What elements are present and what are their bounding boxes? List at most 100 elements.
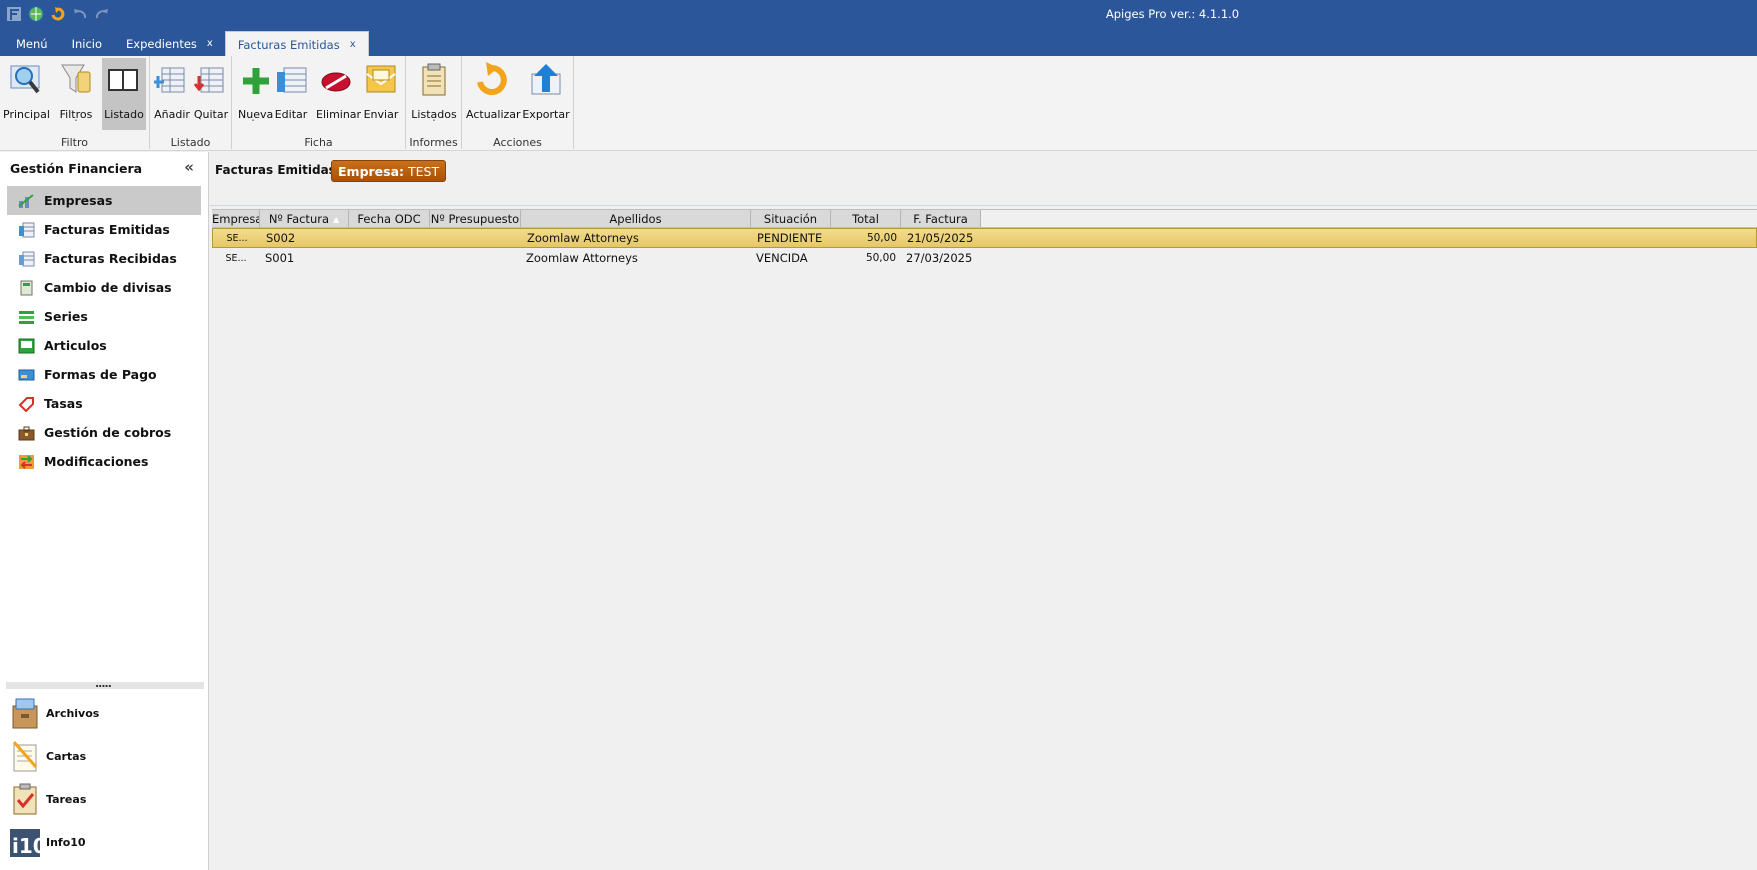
collapse-sidebar-icon[interactable]: « <box>184 158 194 176</box>
cell-apellidos: Zoomlaw Attorneys <box>526 251 638 265</box>
column-header-label: Nº Factura <box>268 212 330 226</box>
cell-factura: S002 <box>266 231 296 245</box>
column-header-apellidos[interactable]: Apellidos <box>521 210 751 227</box>
tab-menu[interactable]: Menú <box>4 31 60 56</box>
button-label: Listado <box>104 108 144 121</box>
button-label: Quitar <box>193 108 229 121</box>
column-header-total[interactable]: Total <box>831 210 901 227</box>
sort-asc-icon: ▲ <box>333 215 340 224</box>
register-icon <box>18 338 35 354</box>
sidebar-splitter[interactable]: ..... <box>6 677 204 690</box>
title-bar: Apiges Pro ver.: 4.1.1.0 Menú Inicio Exp… <box>0 0 1757 56</box>
sidebar-item-empresas[interactable]: Empresas <box>7 186 201 215</box>
cell-apellidos: Zoomlaw Attorneys <box>527 231 639 245</box>
eliminar-button[interactable]: Eliminar <box>316 58 361 130</box>
principal-button[interactable]: Principal <box>3 58 50 130</box>
sidebar-item-facturas-emitidas[interactable]: Facturas Emitidas <box>0 215 208 244</box>
editar-button[interactable]: Editar <box>274 58 308 130</box>
filtros-button[interactable]: Filtros ˇ <box>54 58 98 130</box>
sidebar-item-info10[interactable]: i10 Info10 <box>10 823 86 861</box>
column-header-filler <box>981 210 1757 227</box>
undo-icon[interactable] <box>72 6 88 22</box>
refresh-icon <box>474 62 510 98</box>
tab-label: Expedientes <box>126 37 197 51</box>
group-label: Informes <box>409 136 458 149</box>
tab-label: Facturas Emitidas <box>237 38 340 52</box>
sidebar-item-gestion-cobros[interactable]: Gestión de cobros <box>0 418 208 447</box>
table-row[interactable]: SE... S002 Zoomlaw Attorneys PENDIENTE 5… <box>212 228 1757 248</box>
tab-facturas-emitidas[interactable]: Facturas Emitidas x <box>224 31 369 56</box>
sidebar-item-label: Tasas <box>44 396 83 411</box>
column-header-fecha-factura[interactable]: F. Factura <box>901 210 981 227</box>
sidebar-item-label: Archivos <box>46 706 100 720</box>
remove-column-icon <box>193 62 229 98</box>
cell-situacion: VENCIDA <box>756 251 808 265</box>
sidebar-item-label: Formas de Pago <box>44 367 157 382</box>
redo-icon[interactable] <box>94 6 110 22</box>
sidebar-item-archivos[interactable]: Archivos <box>10 694 99 732</box>
invoices-table: Empresa Nº Factura ▲ Fecha ODC Nº Presupu… <box>212 209 1757 268</box>
sidebar-item-facturas-recibidas[interactable]: Facturas Recibidas <box>0 244 208 273</box>
dropdown-caret-icon: ˇ <box>74 119 78 128</box>
card-icon <box>18 367 35 383</box>
sidebar-item-formas-pago[interactable]: Formas de Pago <box>0 360 208 389</box>
column-header-presupuesto[interactable]: Nº Presupuesto <box>430 210 521 227</box>
sidebar-item-label: Tareas <box>46 792 87 806</box>
sidebar-item-cambio-divisas[interactable]: Cambio de divisas <box>0 273 208 302</box>
archive-box-icon <box>10 696 40 730</box>
tab-close-button[interactable]: x <box>350 39 356 50</box>
tab-label: Inicio <box>71 37 103 51</box>
letter-pencil-icon <box>10 739 40 773</box>
anadir-button[interactable]: Añadir <box>152 58 191 130</box>
exportar-button[interactable]: Exportar <box>522 58 570 130</box>
enviar-button[interactable]: Enviar <box>361 58 401 130</box>
tab-inicio[interactable]: Inicio <box>60 31 114 56</box>
button-label: Principal <box>3 108 50 121</box>
sidebar-item-series[interactable]: Series <box>0 302 208 331</box>
dropdown-caret-icon: ˇ <box>432 119 436 128</box>
table-row[interactable]: SE... S001 Zoomlaw Attorneys VENCIDA 50,… <box>212 248 1757 268</box>
refresh-icon[interactable] <box>50 6 66 22</box>
export-arrow-icon <box>528 62 564 98</box>
quitar-button[interactable]: Quitar <box>192 58 230 130</box>
tag-icon <box>18 396 35 412</box>
globe-icon[interactable] <box>28 6 44 22</box>
listados-button[interactable]: Listados ˇ <box>411 58 457 130</box>
actualizar-button[interactable]: Actualizar <box>466 58 521 130</box>
button-label: Editar <box>274 108 308 121</box>
splitter-grip: ..... <box>95 677 112 690</box>
main-header: Facturas Emitidas Empresa: TEST <box>210 152 1757 206</box>
sidebar-item-modificaciones[interactable]: Modificaciones <box>0 447 208 476</box>
tab-label: Menú <box>16 37 48 51</box>
nueva-button[interactable]: Nueva ˇ <box>238 58 273 130</box>
column-header-empresa[interactable]: Empresa <box>212 210 260 227</box>
sidebar-item-label: Cartas <box>46 749 87 763</box>
badge-value: TEST <box>408 164 440 179</box>
sidebar-item-cartas[interactable]: Cartas <box>10 737 86 775</box>
sidebar-item-label: Info10 <box>46 835 86 849</box>
column-header-fecha-odc[interactable]: Fecha ODC <box>349 210 430 227</box>
briefcase-icon <box>18 425 35 441</box>
sidebar-item-articulos[interactable]: Articulos <box>0 331 208 360</box>
sidebar-item-tareas[interactable]: Tareas <box>10 780 86 818</box>
ribbon-group-acciones: Actualizar Exportar Acciones <box>462 56 574 149</box>
button-label: Añadir <box>154 108 190 121</box>
sidebar-item-label: Gestión de cobros <box>44 425 172 440</box>
group-label: Acciones <box>493 136 542 149</box>
ribbon: Principal Filtros ˇ Listado Filtro Añadi… <box>0 56 1757 151</box>
column-header-situacion[interactable]: Situación <box>751 210 831 227</box>
app-logo-icon[interactable] <box>6 6 22 22</box>
chart-icon <box>18 193 35 209</box>
tab-expedientes[interactable]: Expedientes x <box>114 31 225 56</box>
plus-icon <box>238 62 274 98</box>
cell-total: 50,00 <box>865 252 896 264</box>
column-header-factura[interactable]: Nº Factura ▲ <box>260 210 349 227</box>
calculator-icon <box>18 280 35 296</box>
tab-close-button[interactable]: x <box>207 38 213 49</box>
sidebar-item-label: Facturas Emitidas <box>44 222 170 237</box>
group-label: Filtro <box>61 136 88 149</box>
sidebar-item-tasas[interactable]: Tasas <box>0 389 208 418</box>
listado-button[interactable]: Listado <box>102 58 146 130</box>
ribbon-group-informes: Listados ˇ Informes <box>406 56 462 149</box>
sidebar-item-label: Facturas Recibidas <box>44 251 177 266</box>
